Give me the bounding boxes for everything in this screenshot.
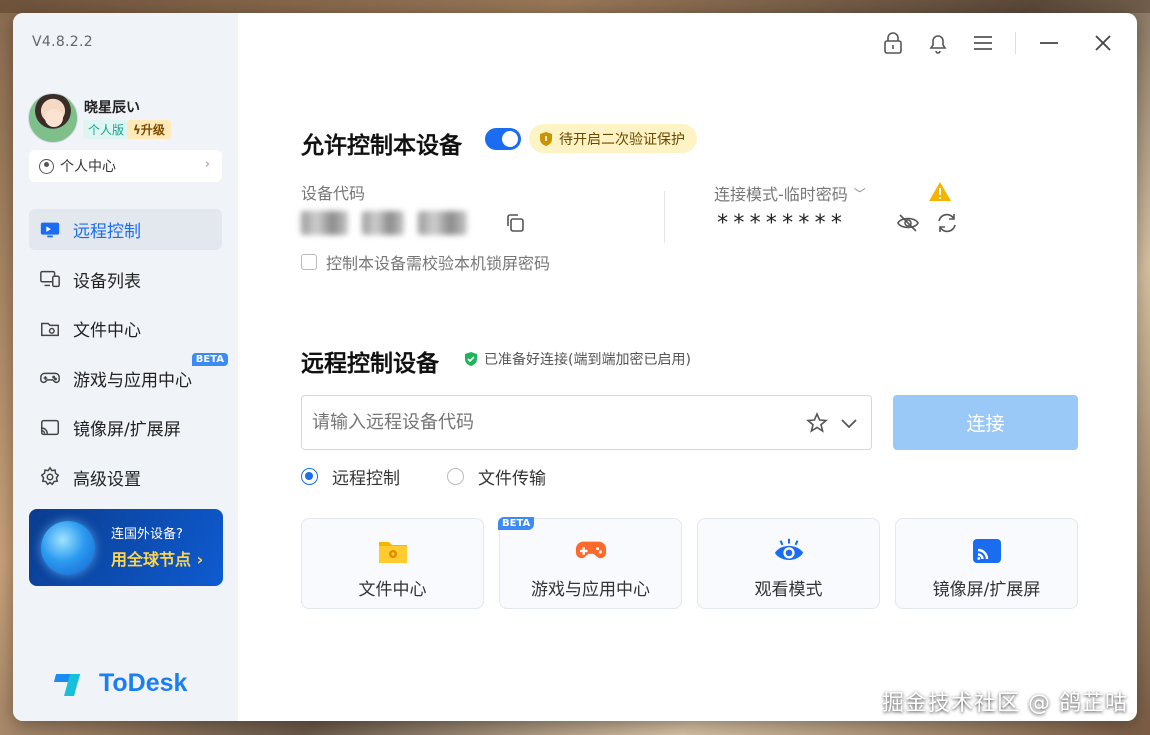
chevron-down-icon: ﹀ bbox=[853, 186, 866, 201]
todesk-logo-icon bbox=[55, 670, 91, 698]
chevron-right-icon: › bbox=[204, 157, 210, 172]
connection-ready-label: 已准备好连接(端到端加密已启用) bbox=[484, 352, 691, 368]
card-label: 游戏与应用中心 bbox=[531, 580, 650, 600]
sidebar-item-label: 镜像屏/扩展屏 bbox=[73, 420, 181, 440]
user-icon bbox=[39, 158, 54, 174]
mode-file-transfer[interactable]: 文件传输 bbox=[447, 464, 546, 489]
card-games-apps[interactable]: BETA 游戏与应用中心 bbox=[498, 517, 682, 609]
remote-device-code-input[interactable] bbox=[301, 395, 872, 450]
warning-icon[interactable] bbox=[928, 180, 952, 202]
username: 晓星辰い bbox=[84, 100, 140, 116]
monitor-icon bbox=[39, 219, 61, 241]
promo-question: 连国外设备? bbox=[111, 527, 183, 542]
refresh-icon[interactable] bbox=[935, 211, 959, 235]
globe-icon bbox=[41, 521, 95, 575]
connection-mode-label: 连接模式-临时密码 bbox=[714, 185, 848, 204]
gear-icon bbox=[39, 466, 61, 488]
allow-control-toggle[interactable] bbox=[485, 128, 521, 150]
todesk-logo: ToDesk bbox=[55, 669, 187, 698]
card-view-mode[interactable]: 观看模式 bbox=[697, 518, 880, 609]
device-code-label: 设备代码 bbox=[301, 184, 366, 203]
beta-badge: BETA bbox=[191, 352, 228, 366]
devices-icon bbox=[39, 268, 61, 290]
watermark: 掘金技术社区 @ 鸽芷咕 bbox=[882, 691, 1128, 716]
sidebar-item-advanced-settings[interactable]: 高级设置 bbox=[29, 457, 222, 498]
sidebar-item-games-apps[interactable]: 游戏与应用中心 BETA bbox=[29, 352, 228, 399]
bolt-icon: ϟ bbox=[133, 123, 141, 137]
chevron-down-icon[interactable] bbox=[837, 411, 861, 435]
sidebar-item-mirror-screen[interactable]: 镜像屏/扩展屏 bbox=[29, 407, 222, 448]
global-node-promo[interactable]: 连国外设备? 用全球节点 › bbox=[29, 509, 223, 586]
folder-icon bbox=[39, 318, 61, 340]
sidebar-item-device-list[interactable]: 设备列表 bbox=[29, 259, 222, 300]
avatar[interactable] bbox=[28, 93, 78, 143]
copy-icon[interactable] bbox=[504, 212, 526, 234]
gamepad-icon bbox=[575, 537, 607, 565]
shield-check-icon bbox=[465, 352, 477, 366]
lock-screen-checkbox-label: 控制本设备需校验本机锁屏密码 bbox=[326, 254, 551, 273]
connection-mode-dropdown[interactable]: 连接模式-临时密码 ﹀ bbox=[714, 181, 866, 205]
mode-remote-control[interactable]: 远程控制 bbox=[301, 464, 400, 489]
sidebar-nav: 远程控制 设备列表 文件中心 游戏与应用中心 BETA 镜像屏/扩展屏 高级设置 bbox=[29, 209, 228, 506]
upgrade-badge[interactable]: ϟ升级 bbox=[127, 120, 171, 139]
connection-ready-status: 已准备好连接(端到端加密已启用) bbox=[463, 349, 691, 369]
hide-password-icon[interactable] bbox=[896, 211, 920, 235]
cast-icon bbox=[39, 417, 61, 439]
sidebar: V4.8.2.2 晓星辰い 个人版 ϟ升级 个人中心 › 远程控制 设备列表 文… bbox=[13, 13, 238, 721]
vertical-divider bbox=[664, 191, 665, 243]
device-code-value-blurred bbox=[301, 209, 481, 237]
sidebar-item-label: 设备列表 bbox=[73, 271, 141, 292]
mode-label: 文件传输 bbox=[478, 469, 546, 489]
radio-remote-control[interactable] bbox=[301, 468, 318, 485]
lock-screen-check-row[interactable]: 控制本设备需校验本机锁屏密码 bbox=[301, 250, 550, 274]
sidebar-item-remote-control[interactable]: 远程控制 bbox=[29, 209, 222, 250]
sidebar-item-label: 游戏与应用中心 bbox=[73, 370, 192, 391]
sidebar-item-label: 文件中心 bbox=[73, 321, 141, 341]
upgrade-label: 升级 bbox=[140, 123, 165, 137]
lock-screen-checkbox[interactable] bbox=[301, 254, 317, 270]
star-icon[interactable] bbox=[805, 411, 829, 435]
cast-icon bbox=[971, 537, 1003, 565]
card-label: 镜像屏/扩展屏 bbox=[932, 580, 1041, 600]
two-factor-label: 待开启二次验证保护 bbox=[559, 131, 685, 148]
personal-center-button[interactable]: 个人中心 › bbox=[29, 150, 222, 182]
remote-control-title: 远程控制设备 bbox=[301, 351, 439, 377]
background-top bbox=[0, 0, 1150, 13]
two-factor-badge[interactable]: 待开启二次验证保护 bbox=[529, 124, 697, 153]
card-mirror-screen[interactable]: 镜像屏/扩展屏 bbox=[895, 518, 1078, 609]
plan-badge: 个人版 bbox=[83, 120, 130, 139]
sidebar-item-file-center[interactable]: 文件中心 bbox=[29, 308, 222, 349]
radio-file-transfer[interactable] bbox=[447, 468, 464, 485]
temporary-password: ******** bbox=[716, 211, 846, 236]
main-panel: 允许控制本设备 待开启二次验证保护 设备代码 控制本设备需校验本机锁屏密码 连接… bbox=[238, 13, 1137, 721]
mode-label: 远程控制 bbox=[332, 469, 400, 489]
card-file-center[interactable]: 文件中心 bbox=[301, 518, 484, 609]
gamepad-icon bbox=[39, 367, 61, 389]
connect-button[interactable]: 连接 bbox=[893, 395, 1078, 450]
todesk-logo-text: ToDesk bbox=[99, 669, 188, 697]
todesk-window: V4.8.2.2 晓星辰い 个人版 ϟ升级 个人中心 › 远程控制 设备列表 文… bbox=[13, 13, 1137, 721]
card-label: 观看模式 bbox=[754, 580, 823, 600]
promo-cta: 用全球节点 › bbox=[111, 550, 204, 569]
beta-badge: BETA bbox=[498, 517, 535, 530]
card-label: 文件中心 bbox=[358, 580, 427, 600]
allow-control-title: 允许控制本设备 bbox=[301, 133, 462, 159]
personal-center-label: 个人中心 bbox=[60, 159, 116, 175]
eye-view-icon bbox=[773, 537, 805, 565]
sidebar-item-label: 高级设置 bbox=[73, 469, 141, 490]
folder-gear-icon bbox=[377, 537, 409, 565]
shield-icon bbox=[540, 131, 552, 146]
version-label: V4.8.2.2 bbox=[32, 34, 93, 50]
sidebar-item-label: 远程控制 bbox=[73, 222, 141, 242]
